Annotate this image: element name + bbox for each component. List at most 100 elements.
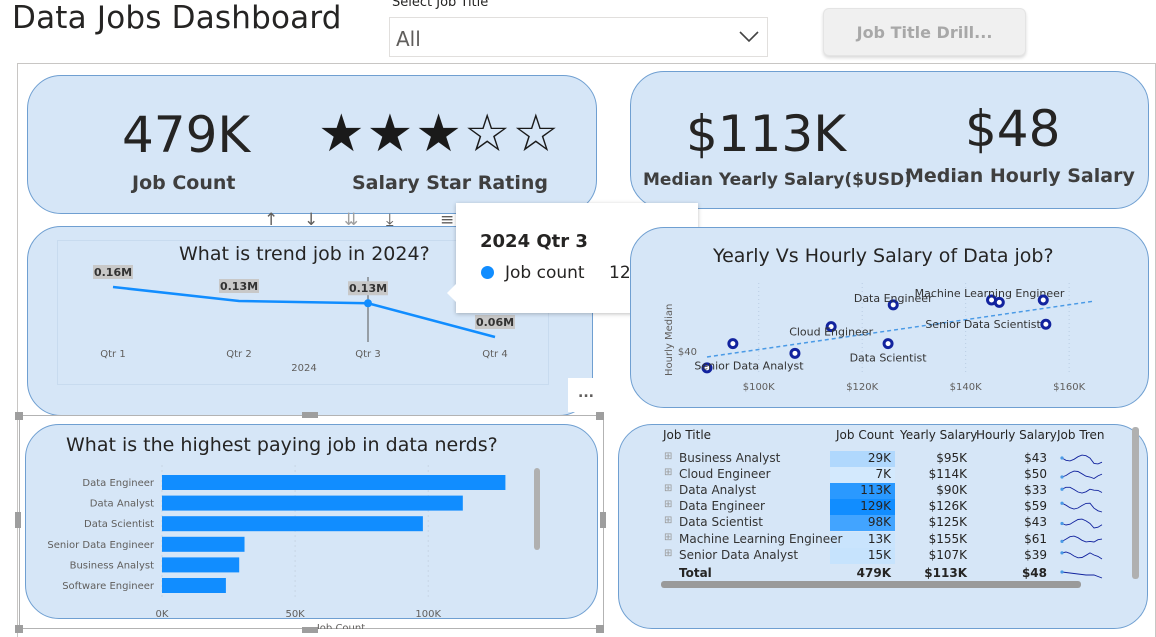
header-job-count[interactable]: Job Count bbox=[836, 428, 894, 442]
median-yearly-label: Median Yearly Salary($USD) bbox=[643, 170, 912, 190]
bar-x-axis-label: Job Count bbox=[316, 623, 365, 629]
job-count-cell: 29K bbox=[867, 451, 891, 465]
salary-scatter-chart[interactable]: $100K $120K $140K $160K $40Hourly Median Seni… bbox=[631, 228, 1150, 409]
job-trend-sparkline bbox=[1060, 535, 1103, 543]
job-title-cell: Business Analyst bbox=[679, 451, 781, 465]
table-row[interactable]: ⊞ Senior Data Analyst 15K $107K $39 bbox=[660, 548, 1110, 564]
expand-row-icon[interactable]: ⊞ bbox=[664, 499, 672, 510]
scatter-x-tick: $160K bbox=[1053, 382, 1085, 393]
bar-x-tick: 100K bbox=[415, 609, 441, 620]
yearly-salary-cell: $155K bbox=[928, 532, 967, 546]
bar-category-label: Data Engineer bbox=[82, 478, 154, 489]
highest-paying-bar-chart[interactable]: 0K 50K 100K Job Count Data Engineer Data Anal… bbox=[19, 415, 604, 629]
header-hourly-salary[interactable]: Hourly Salary bbox=[976, 428, 1057, 442]
trend-x-axis-label: 2024 bbox=[291, 363, 316, 374]
job-trend-sparkline bbox=[1060, 470, 1103, 480]
job-title-drill-button[interactable]: Job Title Drill... bbox=[823, 8, 1026, 56]
expand-row-icon[interactable]: ⊞ bbox=[664, 532, 672, 543]
header-job-trend[interactable]: Job Trend bbox=[1057, 428, 1105, 442]
salary-star-label: Salary Star Rating bbox=[352, 172, 548, 194]
table-row[interactable]: ⊞ Data Scientist 98K $125K $43 bbox=[660, 515, 1110, 531]
expand-row-icon[interactable]: ⊞ bbox=[664, 515, 672, 526]
sparkline-start-dot bbox=[1060, 539, 1064, 543]
bar-category-label: Data Analyst bbox=[90, 499, 154, 510]
sparkline-path bbox=[1061, 551, 1103, 560]
yearly-salary-cell: $114K bbox=[928, 467, 967, 481]
sparkline-start-dot bbox=[1060, 475, 1064, 479]
job-title-cell: Data Analyst bbox=[679, 483, 757, 497]
total-yearly-salary: $113K bbox=[924, 566, 967, 580]
salary-scatter-card[interactable]: Yearly Vs Hourly Salary of Data job? $10… bbox=[630, 227, 1149, 408]
scatter-point bbox=[882, 338, 894, 350]
table-row[interactable]: ⊞ Business Analyst 29K $95K $43 bbox=[660, 451, 1110, 467]
hourly-salary-cell: $59 bbox=[1024, 499, 1047, 513]
kpi-card-job-count[interactable]: 479K Job Count ★★★☆☆ Salary Star Rating bbox=[27, 75, 597, 214]
hourly-salary-cell: $61 bbox=[1024, 532, 1047, 546]
yearly-salary-cell: $90K bbox=[936, 483, 967, 497]
sparkline-start-dot bbox=[1060, 501, 1064, 505]
trend-data-label: 0.13M bbox=[349, 282, 387, 295]
expand-row-icon[interactable]: ⊞ bbox=[664, 483, 672, 494]
trend-data-label: 0.16M bbox=[94, 266, 132, 279]
scatter-y-tick: $40 bbox=[678, 347, 697, 358]
job-title-slicer[interactable]: All bbox=[389, 17, 768, 57]
hourly-salary-cell: $39 bbox=[1024, 548, 1047, 562]
bar bbox=[162, 557, 240, 573]
bar bbox=[162, 516, 423, 532]
header-yearly-salary[interactable]: Yearly Salary bbox=[900, 428, 977, 442]
total-label: Total bbox=[679, 566, 712, 580]
sparkline-start-dot bbox=[1060, 456, 1064, 460]
job-trend-sparkline bbox=[1060, 551, 1103, 560]
job-count-value: 479K bbox=[122, 106, 251, 164]
job-title-cell: Data Scientist bbox=[679, 515, 763, 529]
more-options-button[interactable]: ... bbox=[568, 378, 604, 412]
bar bbox=[162, 536, 245, 552]
table-row[interactable]: ⊞ Machine Learning Engineer 13K $155K $61 bbox=[660, 532, 1110, 548]
header-job-title[interactable]: Job Title bbox=[663, 428, 711, 442]
job-title-cell: Senior Data Analyst bbox=[679, 548, 799, 562]
trend-x-tick: Qtr 1 bbox=[100, 349, 125, 360]
sparkline-start-dot bbox=[1060, 551, 1064, 555]
kpi-card-median-salary[interactable]: $113K Median Yearly Salary($USD) $48 Med… bbox=[630, 71, 1149, 209]
trend-data-label: 0.06M bbox=[476, 316, 514, 329]
table-horizontal-scrollbar[interactable] bbox=[661, 581, 1081, 588]
median-yearly-value: $113K bbox=[686, 105, 847, 163]
table-row[interactable]: ⊞ Data Engineer 129K $126K $59 bbox=[660, 499, 1110, 515]
job-count-cell: 7K bbox=[875, 467, 891, 481]
sparkline-start-dot bbox=[1060, 521, 1064, 526]
hourly-salary-cell: $50 bbox=[1024, 467, 1047, 481]
salary-star-rating: ★★★☆☆ bbox=[318, 104, 562, 164]
table-vertical-scrollbar[interactable] bbox=[1132, 427, 1139, 579]
job-trend-sparkline bbox=[1060, 486, 1103, 494]
scatter-point bbox=[789, 347, 801, 359]
table-header-row: Job Title Job Count Yearly Salary Hourly… bbox=[660, 428, 1110, 444]
hourly-salary-cell: $33 bbox=[1024, 483, 1047, 497]
tooltip-pointer bbox=[447, 283, 457, 303]
bar bbox=[162, 495, 463, 511]
expand-row-icon[interactable]: ⊞ bbox=[664, 467, 672, 478]
scatter-point bbox=[727, 338, 739, 350]
job-title-cell: Machine Learning Engineer bbox=[679, 532, 843, 546]
median-hourly-label: Median Hourly Salary bbox=[905, 165, 1135, 187]
sparkline-start-dot bbox=[1060, 487, 1064, 491]
job-count-label: Job Count bbox=[132, 172, 236, 194]
sparkline-path bbox=[1061, 571, 1103, 579]
expand-row-icon[interactable]: ⊞ bbox=[664, 548, 672, 559]
total-job-count: 479K bbox=[856, 566, 891, 580]
job-trend-sparkline bbox=[1060, 518, 1103, 529]
scatter-point bbox=[1040, 318, 1052, 330]
scatter-point-label: Cloud Engineer bbox=[789, 326, 873, 339]
yearly-salary-cell: $107K bbox=[928, 548, 967, 562]
expand-row-icon[interactable]: ⊞ bbox=[664, 451, 672, 462]
bar bbox=[162, 475, 506, 490]
sparkline-path bbox=[1061, 502, 1103, 513]
table-row[interactable]: ⊞ Data Analyst 113K $90K $33 bbox=[660, 483, 1110, 499]
bar-category-label: Business Analyst bbox=[70, 560, 154, 571]
job-count-cell: 13K bbox=[867, 532, 891, 546]
trend-data-label: 0.13M bbox=[220, 280, 258, 293]
table-row[interactable]: ⊞ Cloud Engineer 7K $114K $50 bbox=[660, 467, 1110, 483]
job-count-cell: 129K bbox=[860, 499, 891, 513]
slicer-selected-value: All bbox=[396, 27, 421, 51]
trend-x-tick: Qtr 4 bbox=[482, 349, 507, 360]
scatter-point-label: Senior Data Scientist bbox=[925, 318, 1041, 331]
